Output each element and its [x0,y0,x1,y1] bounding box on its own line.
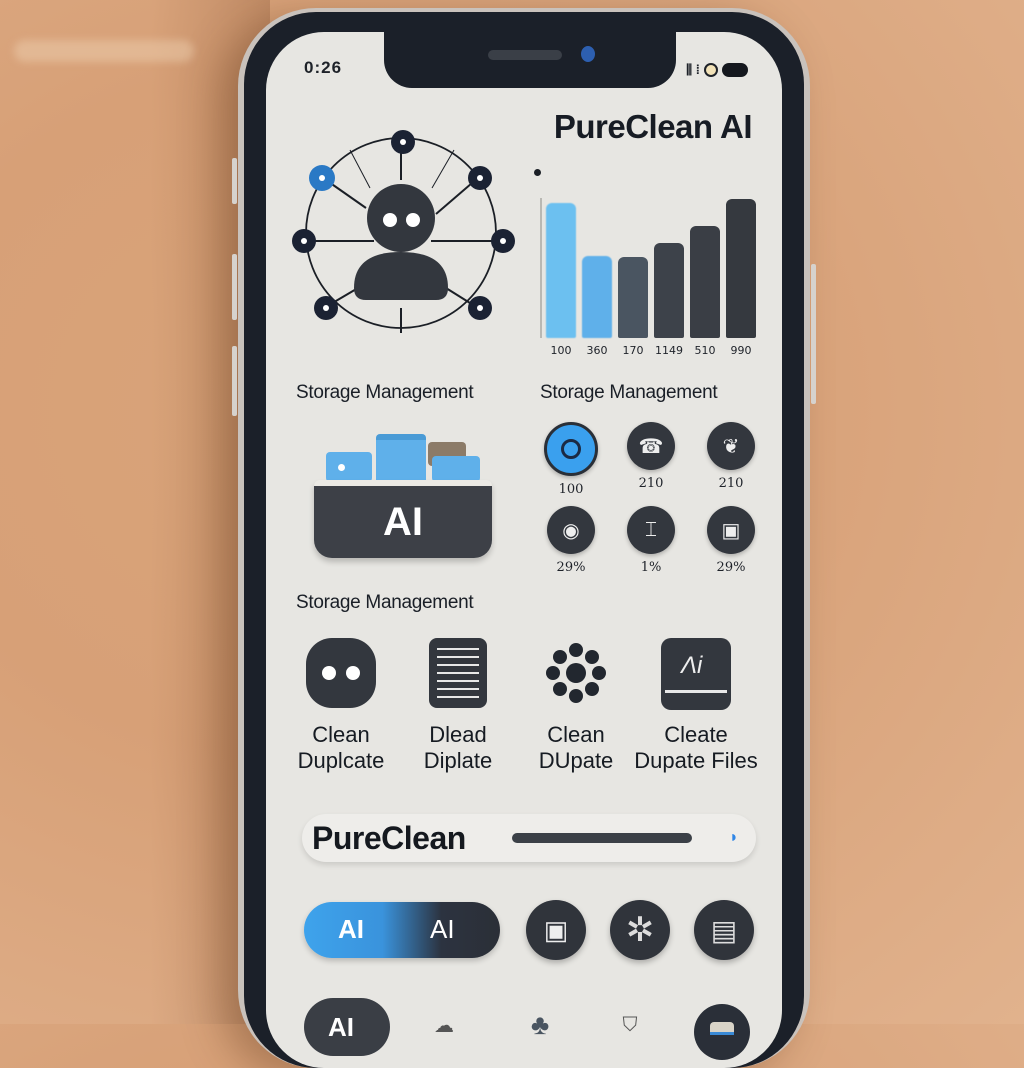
fan-button[interactable]: ✲ [610,900,670,960]
book-tab[interactable] [694,1004,750,1060]
action-label: Dlead Diplate [423,722,493,773]
phone-frame: 0:26 ⫼ ⁞ PureClean AI 100 360 170 1149 5… [232,8,816,1068]
cloud-icon[interactable]: ☁ [424,1010,464,1040]
avatar-body [354,252,448,300]
square-icon: ▣ [707,506,755,554]
volume-up-button [232,254,237,320]
signal-icon: ⫼ ⁞ [686,62,700,77]
stat-item[interactable]: ⌶ 1% [616,506,686,575]
progress-track [512,833,708,843]
storage-management-label-mid: Storage Management [296,592,474,613]
stat-value: 29% [556,560,586,575]
bottom-tab-bar: AI ☁ ♣ ⛉ [294,982,774,1060]
chart-x-label: 100 [550,344,572,357]
stat-value: 100 [558,482,584,497]
phone-screen: 0:26 ⫼ ⁞ PureClean AI 100 360 170 1149 5… [266,32,782,1068]
wifi-icon [704,63,718,77]
chart-x-label: 360 [586,344,608,357]
square-frame-icon: ▣ [543,914,569,945]
storage-management-label-left: Storage Management [296,382,474,403]
stat-value: 210 [638,476,664,491]
chart-bar [654,242,684,338]
chart-bar [726,198,756,338]
ai-card-icon: Ʌi [661,638,731,710]
storage-box-1 [326,452,372,482]
disc-icon: ◉ [547,506,595,554]
ai-mode-toggle[interactable]: AI AI [304,902,500,958]
moon-icon[interactable]: ◗ [720,824,748,852]
brain-icon[interactable]: ♣ [520,1009,560,1040]
avatar-eye-left [383,213,397,227]
drive-button[interactable]: ▤ [694,900,754,960]
chart-indicator-dot [534,169,541,176]
background-glare [14,40,194,62]
status-time: 0:26 [304,58,343,77]
list-icon [423,638,493,708]
chart-bars [542,196,756,338]
fan-icon: ✲ [625,911,655,949]
stat-item[interactable]: ☎ 210 [616,422,686,491]
stat-item[interactable]: ◉ 29% [536,506,606,575]
progress-title: PureClean [312,820,466,856]
pureclean-progress-card[interactable]: PureClean ◗ [302,814,756,862]
storage-card[interactable]: AI [314,424,504,564]
action-clean-duplicate-1[interactable]: Clean Duplcate [276,638,406,774]
leaf-icon: ❦ [707,422,755,470]
speaker-grille [488,50,562,60]
chart-bar [690,225,720,338]
tab-ai-label: AI [328,1012,354,1042]
chart-x-labels: 100 360 170 1149 510 990 [542,344,762,360]
battery-icon [722,63,748,77]
action-grid: Clean Duplcate Dlead Diplate Clean DUpat… [296,638,782,798]
action-clean-duplicate-3[interactable]: Clean DUpate [511,638,641,774]
ai-network-avatar-icon [292,130,515,333]
stats-grid: 100 ☎ 210 ❦ 210 ◉ 29% ⌶ 1% ▣ 29% [536,422,776,602]
volume-down-button [232,346,237,416]
chart-bar [546,203,576,338]
tab-ai[interactable]: AI [304,998,390,1056]
avatar-eye-right [406,213,420,227]
chart-bar [618,257,648,338]
chart-x-label: 990 [730,344,752,357]
storage-bar-chart: 100 360 170 1149 510 990 [528,162,758,362]
square-frame-button[interactable]: ▣ [526,900,586,960]
chart-bar [582,255,612,338]
mute-switch [232,158,237,204]
target-icon [544,422,598,476]
status-icons: ⫼ ⁞ [686,62,748,78]
toggle-left-label: AI [338,914,364,944]
ai-storage-tray: AI [314,480,492,558]
stat-value: 1% [640,560,662,575]
avatar-head [367,184,435,252]
tools-icon: ⌶ [627,506,675,554]
notch [384,32,676,88]
action-duplicate-2[interactable]: Dlead Diplate [393,638,523,774]
chart-x-label: 170 [622,344,644,357]
app-title: PureClean AI [553,108,753,145]
toggle-right-label: AI [430,914,455,944]
action-label: Clean Duplcate [297,722,385,773]
stat-item[interactable]: ▣ 29% [696,506,766,575]
action-label: Cleate Dupate Files [634,722,758,773]
bot-face-icon [306,638,376,708]
action-delete-duplicate-files[interactable]: Ʌi Cleate Dupate Files [631,638,761,774]
front-camera [581,46,595,62]
shield-icon[interactable]: ⛉ [610,1010,650,1040]
action-label: Clean DUpate [538,722,614,773]
chart-x-label: 1149 [655,344,683,357]
flower-icon [541,638,611,708]
power-button [811,264,816,404]
chart-x-label: 510 [694,344,716,357]
progress-fill [512,833,693,843]
storage-box-4 [432,456,480,482]
stat-value: 210 [718,476,744,491]
drive-icon: ▤ [710,914,738,946]
phone-icon: ☎ [627,422,675,470]
phone-bezel: 0:26 ⫼ ⁞ PureClean AI 100 360 170 1149 5… [244,12,804,1068]
stat-item[interactable]: 100 [536,422,606,497]
stat-value: 29% [716,560,746,575]
stat-item[interactable]: ❦ 210 [696,422,766,491]
storage-management-label-right: Storage Management [540,382,718,403]
ai-badge-text: AI [383,499,423,544]
